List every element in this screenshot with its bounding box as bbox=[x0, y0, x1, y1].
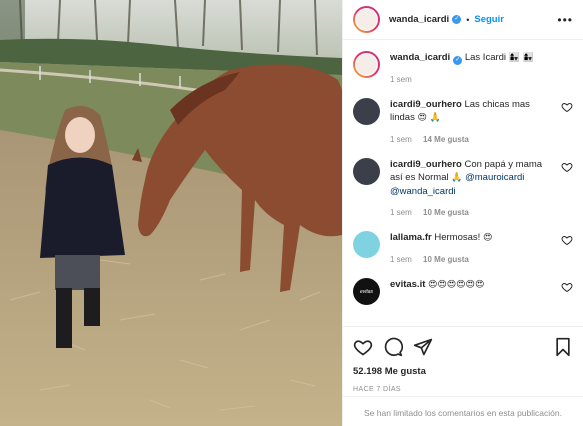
comment: lallama.fr Hermosas! 😍 1 sem 10 Me gusta bbox=[353, 231, 573, 266]
caption-time[interactable]: 1 sem bbox=[390, 75, 412, 84]
like-comment-heart-icon[interactable] bbox=[561, 281, 573, 293]
comment: evitas evitas.it 😍😍😍😍😍😍 bbox=[353, 278, 573, 305]
comment-time[interactable]: 1 sem bbox=[390, 208, 412, 217]
commenter-username[interactable]: lallama.fr bbox=[390, 232, 432, 243]
post-actions: 52.198 Me gusta HACE 7 DÍAS bbox=[343, 326, 583, 393]
mention-link[interactable]: @wanda_icardi bbox=[390, 186, 456, 197]
commenter-username[interactable]: icardi9_ourhero bbox=[390, 159, 462, 170]
save-bookmark-icon[interactable] bbox=[553, 337, 573, 357]
caption: wanda_icardi ✓ Las Icardi 👩‍👧 👩‍👧 1 sem bbox=[353, 51, 573, 86]
instagram-post: wanda_icardi ✓ • Seguir ••• wanda_icardi… bbox=[0, 0, 583, 426]
post-side-panel: wanda_icardi ✓ • Seguir ••• wanda_icardi… bbox=[342, 0, 583, 426]
commenter-username[interactable]: evitas.it bbox=[390, 279, 425, 290]
like-heart-icon[interactable] bbox=[353, 337, 373, 357]
post-photo[interactable] bbox=[0, 0, 342, 426]
caption-avatar[interactable] bbox=[353, 51, 380, 78]
commenter-username[interactable]: icardi9_ourhero bbox=[390, 99, 462, 110]
comments-list[interactable]: wanda_icardi ✓ Las Icardi 👩‍👧 👩‍👧 1 sem i… bbox=[343, 41, 583, 326]
more-options-icon[interactable]: ••• bbox=[557, 13, 573, 27]
like-comment-heart-icon[interactable] bbox=[561, 161, 573, 173]
comment-likes[interactable]: 10 Me gusta bbox=[423, 255, 469, 264]
follow-button[interactable]: Seguir bbox=[474, 14, 504, 25]
comment: icardi9_ourhero Con papá y mama así es N… bbox=[353, 158, 573, 219]
post-header: wanda_icardi ✓ • Seguir ••• bbox=[343, 0, 583, 40]
verified-badge-icon: ✓ bbox=[452, 15, 462, 24]
action-icons bbox=[353, 335, 573, 359]
comments-limited-notice: Se han limitado los comentarios en esta … bbox=[343, 396, 583, 426]
comment-time[interactable]: 1 sem bbox=[390, 135, 412, 144]
commenter-avatar[interactable] bbox=[353, 231, 380, 258]
comment-likes[interactable]: 10 Me gusta bbox=[423, 208, 469, 217]
comment-text: Hermosas! bbox=[434, 232, 481, 243]
post-date[interactable]: HACE 7 DÍAS bbox=[353, 386, 573, 393]
comment-time[interactable]: 1 sem bbox=[390, 255, 412, 264]
like-comment-heart-icon[interactable] bbox=[561, 101, 573, 113]
mention-link[interactable]: @mauroicardi bbox=[465, 172, 524, 183]
caption-username[interactable]: wanda_icardi bbox=[390, 52, 450, 63]
share-paper-plane-icon[interactable] bbox=[413, 337, 433, 357]
comment-likes[interactable]: 14 Me gusta bbox=[423, 135, 469, 144]
commenter-avatar[interactable] bbox=[353, 158, 380, 185]
caption-emojis: 👩‍👧 👩‍👧 bbox=[508, 53, 534, 63]
caption-text: Las Icardi bbox=[464, 52, 507, 63]
author-avatar[interactable] bbox=[353, 6, 380, 33]
verified-badge-icon: ✓ bbox=[453, 56, 463, 65]
commenter-avatar[interactable] bbox=[353, 98, 380, 125]
author-username[interactable]: wanda_icardi bbox=[389, 14, 449, 25]
comment-emojis: 😍 bbox=[482, 233, 493, 243]
comment-bubble-icon[interactable] bbox=[383, 337, 403, 357]
likes-count[interactable]: 52.198 Me gusta bbox=[353, 366, 573, 377]
like-comment-heart-icon[interactable] bbox=[561, 234, 573, 246]
separator-dot: • bbox=[466, 14, 470, 25]
photo-girl-and-horse bbox=[0, 0, 342, 426]
commenter-avatar[interactable]: evitas bbox=[353, 278, 380, 305]
comment-emojis: 😍 🙏 bbox=[417, 113, 441, 123]
comment: icardi9_ourhero Las chicas mas lindas 😍 … bbox=[353, 98, 573, 146]
comment-emojis: 😍😍😍😍😍😍 bbox=[428, 280, 485, 290]
comment-emojis: 🙏 bbox=[451, 173, 463, 183]
